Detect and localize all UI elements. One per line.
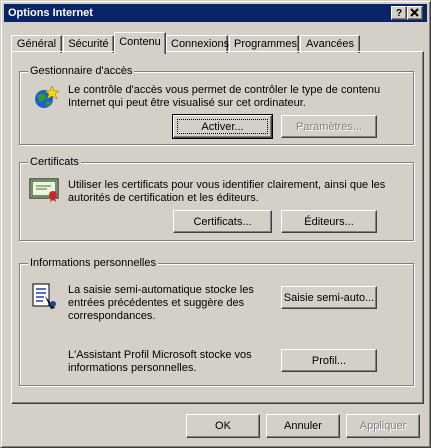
profile-description: L'Assistant Profil Microsoft stocke vos …	[68, 349, 252, 375]
certificates-button[interactable]: Certificats...	[173, 210, 272, 233]
description-line: entrées précédentes et suggère des	[68, 297, 245, 309]
certificates-description: Utiliser les certificats pour vous ident…	[68, 179, 385, 205]
personal-info-group: Informations personnelles La saisie semi…	[19, 256, 414, 386]
publishers-button[interactable]: Éditeurs...	[281, 210, 377, 233]
description-line: Utiliser les certificats pour vous ident…	[68, 179, 386, 191]
window-title: Options Internet	[8, 7, 93, 19]
description-line: Internet qui peut être visualisé sur cet…	[68, 97, 306, 109]
tab-content[interactable]: Contenu	[114, 32, 166, 54]
description-line: L'Assistant Profil Microsoft stocke vos	[68, 349, 252, 361]
title-bar[interactable]: Options Internet ?	[4, 4, 427, 22]
description-line: correspondances.	[68, 310, 156, 322]
enable-button[interactable]: Activer...	[172, 114, 273, 139]
group-title: Gestionnaire d'accès	[28, 64, 135, 78]
certificate-icon	[29, 178, 59, 202]
content-advisor-group: Gestionnaire d'accès Le contrôle d'accès…	[19, 64, 414, 145]
internet-options-window: Options Internet ? Général Sécurité Cont…	[0, 0, 431, 448]
settings-button-label: Paramètres...	[295, 120, 363, 133]
autocomplete-button[interactable]: Saisie semi-auto...	[281, 286, 377, 309]
ok-button[interactable]: OK	[186, 414, 260, 438]
description-line: La saisie semi-automatique stocke les	[68, 284, 254, 296]
group-title: Certificats	[28, 155, 81, 169]
cancel-button[interactable]: Annuler	[266, 414, 340, 438]
description-line: informations personnelles.	[68, 362, 197, 374]
apply-button[interactable]: Appliquer	[346, 414, 420, 438]
autocomplete-description: La saisie semi-automatique stocke les en…	[68, 284, 254, 323]
content-advisor-globe-icon	[35, 85, 59, 108]
autocomplete-icon	[32, 283, 56, 309]
profile-button[interactable]: Profil...	[281, 349, 377, 372]
close-button[interactable]	[407, 6, 423, 20]
close-icon	[410, 8, 419, 17]
description-line: autorités de certification et les éditeu…	[68, 192, 259, 204]
group-title: Informations personnelles	[28, 256, 158, 270]
description-line: Le contrôle d'accès vous permet de contr…	[68, 84, 381, 96]
content-advisor-description: Le contrôle d'accès vous permet de contr…	[68, 84, 380, 110]
settings-button[interactable]: Paramètres...	[281, 115, 377, 138]
focus-rectangle	[177, 119, 268, 134]
certificates-group: Certificats Utiliser les certificats pou…	[19, 155, 414, 241]
help-button[interactable]: ?	[391, 6, 407, 20]
